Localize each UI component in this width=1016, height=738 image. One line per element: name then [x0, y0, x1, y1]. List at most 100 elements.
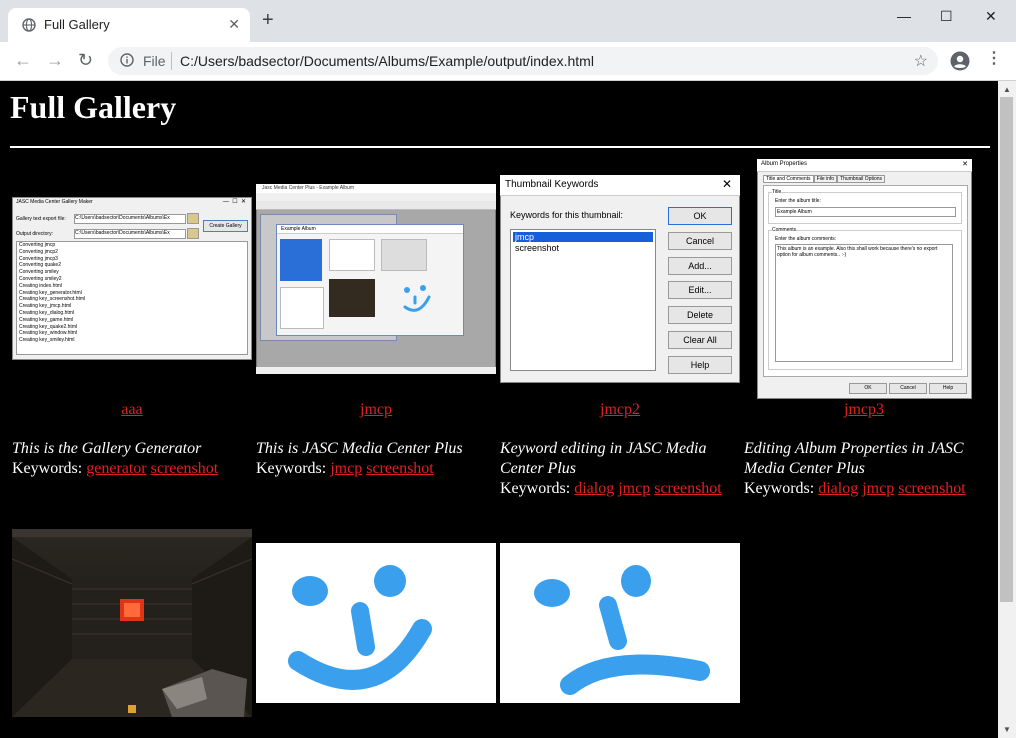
caption-link-aaa[interactable]: aaa	[12, 401, 252, 419]
url-text[interactable]: C:/Users/badsector/Documents/Albums/Exam…	[180, 53, 594, 69]
thumb4-comments-group-label: Comments	[772, 227, 797, 233]
happy-smiley-image	[288, 565, 432, 690]
thumbnail-jmcp2[interactable]: Thumbnail Keywords ✕ Keywords for this t…	[500, 175, 740, 383]
thumbnail-jmcp3[interactable]: Album Properties ✕ Title and Comments Fil…	[757, 159, 972, 399]
keyword-link-jmcp[interactable]: jmcp	[618, 480, 650, 497]
thumb3-close-icon: ✕	[721, 177, 732, 191]
thumb2-menubar	[256, 193, 496, 201]
thumb2-statusbar	[256, 367, 496, 374]
thumb4-comments-group: Comments Enter the album comments: This …	[768, 227, 962, 370]
keyword-link-dialog[interactable]: dialog	[818, 480, 858, 497]
file-label: File	[143, 53, 166, 69]
keyword-link-dialog[interactable]: dialog	[574, 480, 614, 497]
thumb2-selected-thumb	[280, 239, 322, 281]
menu-dots-icon[interactable]: ⋮	[986, 51, 1002, 67]
keywords-label: Keywords:	[500, 480, 571, 497]
thumb1-create-button: Create Gallery	[203, 220, 248, 232]
thumb4-title-hint: Enter the album title:	[775, 198, 821, 204]
thumb3-button-1: OK	[668, 207, 732, 225]
thumb2-inner-title: Example Album	[281, 226, 316, 232]
keywords-label: Keywords:	[256, 460, 327, 477]
scroll-up-icon[interactable]: ▲	[1003, 85, 1011, 94]
thumb1-log: Converting jmcp Converting jmcp2 Convertin…	[16, 241, 248, 355]
keyword-link-screenshot[interactable]: screenshot	[151, 460, 219, 477]
keyword-link-screenshot[interactable]: screenshot	[898, 480, 966, 497]
browser-toolbar: ← → ↻ File C:/Users/badsector/Documents/…	[0, 42, 1016, 81]
globe-icon	[22, 18, 36, 32]
thumb1-log-line: Converting quake2	[19, 262, 61, 269]
keywords-label: Keywords:	[744, 480, 815, 497]
thumb1-log-line: Creating key_screenshot.html	[19, 296, 86, 303]
page-scrollbar[interactable]: ▲ ▼	[998, 81, 1016, 738]
keyword-link-generator[interactable]: generator	[86, 460, 146, 477]
thumb1-log-line: Creating key_window.html	[19, 330, 78, 337]
bookmark-star-icon[interactable]: ☆	[914, 51, 928, 71]
thumbnail-aaa[interactable]: JASC Media Center Gallery Maker — ☐ ✕ Ga…	[12, 197, 252, 360]
scrollbar-thumb[interactable]	[1000, 97, 1013, 602]
item-description-3: Keyword editing in JASC Media Center Plu…	[500, 439, 736, 499]
thumb2-title: Jasc Media Center Plus - Example Album	[262, 185, 354, 191]
item-description-1: This is the Gallery Generator Keywords: …	[12, 439, 248, 479]
thumb2-thumb-4	[280, 287, 324, 329]
thumb4-tab-2: File info	[813, 175, 838, 183]
thumb1-folder-icon	[187, 213, 199, 224]
keyword-link-jmcp[interactable]: jmcp	[862, 480, 894, 497]
keywords-label: Keywords:	[12, 460, 83, 477]
thumb3-button-6: Clear All	[668, 331, 732, 349]
thumb1-log-line: Creating key_smiley.html	[19, 337, 75, 344]
back-icon[interactable]: ←	[14, 51, 32, 69]
thumb1-log-line: Creating key_dialog.html	[19, 309, 75, 316]
thumb4-tab-panel: Title Enter the album title: Example Alb…	[763, 185, 968, 377]
thumb1-log-line: Creating key_generator.html	[19, 289, 82, 296]
minimize-icon[interactable]: —	[897, 8, 911, 24]
thumb4-close-icon: ✕	[962, 161, 968, 168]
tab-title: Full Gallery	[44, 17, 110, 32]
thumb2-thumb-3	[381, 239, 427, 271]
thumb4-comments-input: This album is an example. Also this shal…	[775, 244, 953, 362]
keyword-link-jmcp[interactable]: jmcp	[330, 460, 362, 477]
thumbnail-jmcp[interactable]: Jasc Media Center Plus - Example Album E…	[256, 184, 496, 374]
maximize-icon[interactable]: ☐	[940, 8, 953, 25]
reload-icon[interactable]: ↻	[78, 51, 93, 69]
thumb3-list-label: Keywords for this thumbnail:	[510, 210, 624, 220]
new-tab-icon[interactable]: +	[262, 10, 274, 30]
thumb4-title-group-label: Title	[772, 189, 782, 195]
thumb3-button-7: Help	[668, 355, 732, 374]
thumbnail-quake2[interactable]	[12, 529, 252, 717]
close-tab-icon[interactable]: ✕	[228, 16, 240, 33]
description-text: Editing Album Properties in JASC Media C…	[744, 440, 964, 477]
thumb4-button-2: Cancel	[889, 383, 927, 394]
thumb2-toolbar	[256, 201, 496, 210]
thumb4-title: Album Properties	[761, 161, 808, 167]
thumb1-field1-value: C:\Users\badsector\Documents\Albums\Ex	[74, 214, 186, 224]
info-icon[interactable]	[120, 53, 134, 67]
thumb3-keyword-list: jmcp screenshot	[510, 229, 656, 371]
browser-tab[interactable]: Full Gallery ✕	[8, 8, 250, 42]
thumb3-list-item-2: screenshot	[515, 243, 560, 253]
thumb1-log-line: Creating key_jmcp.html	[19, 303, 72, 310]
thumbnail-smiley[interactable]	[256, 543, 496, 703]
game-scene-image	[12, 529, 252, 717]
item-description-2: This is JASC Media Center Plus Keywords:…	[256, 439, 492, 479]
thumb1-log-line: Creating key_game.html	[19, 316, 74, 323]
profile-icon[interactable]	[950, 51, 970, 71]
sad-smiley-image	[534, 565, 710, 695]
thumb3-list-item-1: jmcp	[513, 232, 653, 242]
caption-link-jmcp[interactable]: jmcp	[256, 401, 496, 419]
thumb3-button-5: Delete	[668, 306, 732, 325]
keyword-link-screenshot[interactable]: screenshot	[654, 480, 722, 497]
caption-link-jmcp2[interactable]: jmcp2	[500, 401, 740, 419]
address-bar[interactable]: File C:/Users/badsector/Documents/Albums…	[108, 47, 938, 75]
thumb1-log-line: Converting jmcp	[19, 242, 56, 248]
thumb4-title-group: Title Enter the album title: Example Alb…	[768, 189, 962, 224]
scroll-down-icon[interactable]: ▼	[1003, 725, 1011, 734]
caption-link-jmcp3[interactable]: jmcp3	[744, 401, 984, 419]
description-text: This is JASC Media Center Plus	[256, 440, 463, 457]
thumb1-log-line: Converting jmcp2	[19, 248, 58, 255]
thumbnail-smiley2[interactable]	[500, 543, 740, 703]
close-window-icon[interactable]: ✕	[985, 8, 997, 25]
thumb2-smiley-icon	[403, 285, 431, 312]
thumb1-title: JASC Media Center Gallery Maker	[16, 199, 93, 205]
forward-icon[interactable]: →	[46, 51, 64, 69]
keyword-link-screenshot[interactable]: screenshot	[366, 460, 434, 477]
